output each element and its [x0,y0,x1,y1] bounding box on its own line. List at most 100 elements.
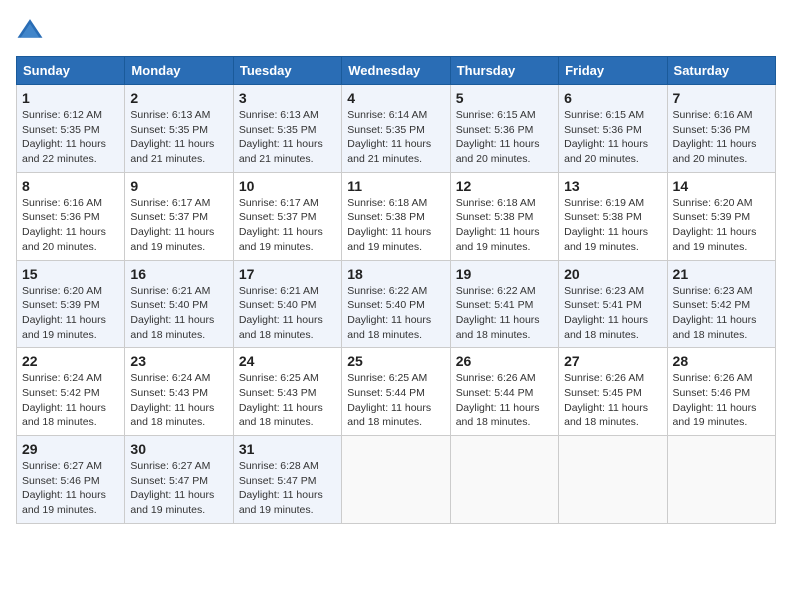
day-number: 26 [456,353,553,369]
day-info: Sunrise: 6:20 AM Sunset: 5:39 PM Dayligh… [22,284,119,343]
calendar-cell: 17 Sunrise: 6:21 AM Sunset: 5:40 PM Dayli… [233,260,341,348]
col-header-saturday: Saturday [667,57,775,85]
day-number: 5 [456,90,553,106]
calendar-cell [450,436,558,524]
calendar-cell: 12 Sunrise: 6:18 AM Sunset: 5:38 PM Dayli… [450,172,558,260]
calendar-week-row: 22 Sunrise: 6:24 AM Sunset: 5:42 PM Dayli… [17,348,776,436]
day-number: 18 [347,266,444,282]
day-info: Sunrise: 6:19 AM Sunset: 5:38 PM Dayligh… [564,196,661,255]
col-header-wednesday: Wednesday [342,57,450,85]
day-number: 11 [347,178,444,194]
calendar-cell [667,436,775,524]
calendar-cell: 4 Sunrise: 6:14 AM Sunset: 5:35 PM Daylig… [342,85,450,173]
calendar-table: SundayMondayTuesdayWednesdayThursdayFrid… [16,56,776,524]
calendar-cell: 5 Sunrise: 6:15 AM Sunset: 5:36 PM Daylig… [450,85,558,173]
day-info: Sunrise: 6:28 AM Sunset: 5:47 PM Dayligh… [239,459,336,518]
day-number: 17 [239,266,336,282]
day-number: 7 [673,90,770,106]
day-number: 29 [22,441,119,457]
calendar-cell: 9Sunrise: 6:17 AM Sunset: 5:37 PM Daylig… [125,172,233,260]
day-number: 2 [130,90,227,106]
day-info: Sunrise: 6:13 AM Sunset: 5:35 PM Dayligh… [239,108,336,167]
day-number: 19 [456,266,553,282]
day-number: 22 [22,353,119,369]
calendar-header-row: SundayMondayTuesdayWednesdayThursdayFrid… [17,57,776,85]
day-number: 12 [456,178,553,194]
day-info: Sunrise: 6:18 AM Sunset: 5:38 PM Dayligh… [347,196,444,255]
day-number: 14 [673,178,770,194]
day-info: Sunrise: 6:18 AM Sunset: 5:38 PM Dayligh… [456,196,553,255]
day-info: Sunrise: 6:17 AM Sunset: 5:37 PM Dayligh… [130,196,227,255]
col-header-thursday: Thursday [450,57,558,85]
day-number: 16 [130,266,227,282]
day-number: 6 [564,90,661,106]
day-number: 23 [130,353,227,369]
calendar-cell [342,436,450,524]
calendar-cell: 6 Sunrise: 6:15 AM Sunset: 5:36 PM Daylig… [559,85,667,173]
calendar-cell: 1 Sunrise: 6:12 AM Sunset: 5:35 PM Daylig… [17,85,125,173]
day-info: Sunrise: 6:21 AM Sunset: 5:40 PM Dayligh… [239,284,336,343]
day-number: 31 [239,441,336,457]
day-info: Sunrise: 6:15 AM Sunset: 5:36 PM Dayligh… [456,108,553,167]
day-info: Sunrise: 6:27 AM Sunset: 5:46 PM Dayligh… [22,459,119,518]
day-info: Sunrise: 6:12 AM Sunset: 5:35 PM Dayligh… [22,108,119,167]
day-number: 1 [22,90,119,106]
logo [16,16,48,44]
day-info: Sunrise: 6:23 AM Sunset: 5:41 PM Dayligh… [564,284,661,343]
day-number: 3 [239,90,336,106]
day-info: Sunrise: 6:20 AM Sunset: 5:39 PM Dayligh… [673,196,770,255]
day-number: 30 [130,441,227,457]
day-info: Sunrise: 6:25 AM Sunset: 5:43 PM Dayligh… [239,371,336,430]
calendar-cell: 3 Sunrise: 6:13 AM Sunset: 5:35 PM Daylig… [233,85,341,173]
day-info: Sunrise: 6:15 AM Sunset: 5:36 PM Dayligh… [564,108,661,167]
day-number: 28 [673,353,770,369]
calendar-cell: 13Sunrise: 6:19 AM Sunset: 5:38 PM Dayli… [559,172,667,260]
day-info: Sunrise: 6:17 AM Sunset: 5:37 PM Dayligh… [239,196,336,255]
day-info: Sunrise: 6:16 AM Sunset: 5:36 PM Dayligh… [673,108,770,167]
calendar-cell: 10Sunrise: 6:17 AM Sunset: 5:37 PM Dayli… [233,172,341,260]
day-number: 4 [347,90,444,106]
day-info: Sunrise: 6:16 AM Sunset: 5:36 PM Dayligh… [22,196,119,255]
day-info: Sunrise: 6:21 AM Sunset: 5:40 PM Dayligh… [130,284,227,343]
calendar-cell: 15 Sunrise: 6:20 AM Sunset: 5:39 PM Dayli… [17,260,125,348]
calendar-cell: 24Sunrise: 6:25 AM Sunset: 5:43 PM Dayli… [233,348,341,436]
day-number: 8 [22,178,119,194]
day-number: 25 [347,353,444,369]
calendar-cell: 30 Sunrise: 6:27 AM Sunset: 5:47 PM Dayli… [125,436,233,524]
page-header [16,16,776,44]
day-info: Sunrise: 6:14 AM Sunset: 5:35 PM Dayligh… [347,108,444,167]
day-info: Sunrise: 6:26 AM Sunset: 5:46 PM Dayligh… [673,371,770,430]
day-info: Sunrise: 6:25 AM Sunset: 5:44 PM Dayligh… [347,371,444,430]
day-number: 15 [22,266,119,282]
calendar-week-row: 1 Sunrise: 6:12 AM Sunset: 5:35 PM Daylig… [17,85,776,173]
calendar-cell: 31 Sunrise: 6:28 AM Sunset: 5:47 PM Dayli… [233,436,341,524]
calendar-cell [559,436,667,524]
calendar-cell: 2Sunrise: 6:13 AM Sunset: 5:35 PM Daylig… [125,85,233,173]
calendar-week-row: 8 Sunrise: 6:16 AM Sunset: 5:36 PM Daylig… [17,172,776,260]
calendar-cell: 19 Sunrise: 6:22 AM Sunset: 5:41 PM Dayli… [450,260,558,348]
day-info: Sunrise: 6:22 AM Sunset: 5:41 PM Dayligh… [456,284,553,343]
calendar-cell: 26 Sunrise: 6:26 AM Sunset: 5:44 PM Dayli… [450,348,558,436]
calendar-week-row: 29 Sunrise: 6:27 AM Sunset: 5:46 PM Dayli… [17,436,776,524]
day-info: Sunrise: 6:23 AM Sunset: 5:42 PM Dayligh… [673,284,770,343]
day-info: Sunrise: 6:26 AM Sunset: 5:45 PM Dayligh… [564,371,661,430]
col-header-tuesday: Tuesday [233,57,341,85]
day-number: 21 [673,266,770,282]
calendar-cell: 27Sunrise: 6:26 AM Sunset: 5:45 PM Dayli… [559,348,667,436]
calendar-cell: 29 Sunrise: 6:27 AM Sunset: 5:46 PM Dayli… [17,436,125,524]
calendar-week-row: 15 Sunrise: 6:20 AM Sunset: 5:39 PM Dayli… [17,260,776,348]
calendar-cell: 21 Sunrise: 6:23 AM Sunset: 5:42 PM Dayli… [667,260,775,348]
day-info: Sunrise: 6:27 AM Sunset: 5:47 PM Dayligh… [130,459,227,518]
day-info: Sunrise: 6:22 AM Sunset: 5:40 PM Dayligh… [347,284,444,343]
calendar-cell: 22 Sunrise: 6:24 AM Sunset: 5:42 PM Dayli… [17,348,125,436]
calendar-cell: 14 Sunrise: 6:20 AM Sunset: 5:39 PM Dayli… [667,172,775,260]
calendar-cell: 25 Sunrise: 6:25 AM Sunset: 5:44 PM Dayli… [342,348,450,436]
calendar-cell: 28 Sunrise: 6:26 AM Sunset: 5:46 PM Dayli… [667,348,775,436]
day-info: Sunrise: 6:24 AM Sunset: 5:42 PM Dayligh… [22,371,119,430]
calendar-cell: 20Sunrise: 6:23 AM Sunset: 5:41 PM Dayli… [559,260,667,348]
calendar-cell: 8 Sunrise: 6:16 AM Sunset: 5:36 PM Daylig… [17,172,125,260]
calendar-cell: 18 Sunrise: 6:22 AM Sunset: 5:40 PM Dayli… [342,260,450,348]
col-header-friday: Friday [559,57,667,85]
calendar-cell: 11 Sunrise: 6:18 AM Sunset: 5:38 PM Dayli… [342,172,450,260]
day-info: Sunrise: 6:26 AM Sunset: 5:44 PM Dayligh… [456,371,553,430]
